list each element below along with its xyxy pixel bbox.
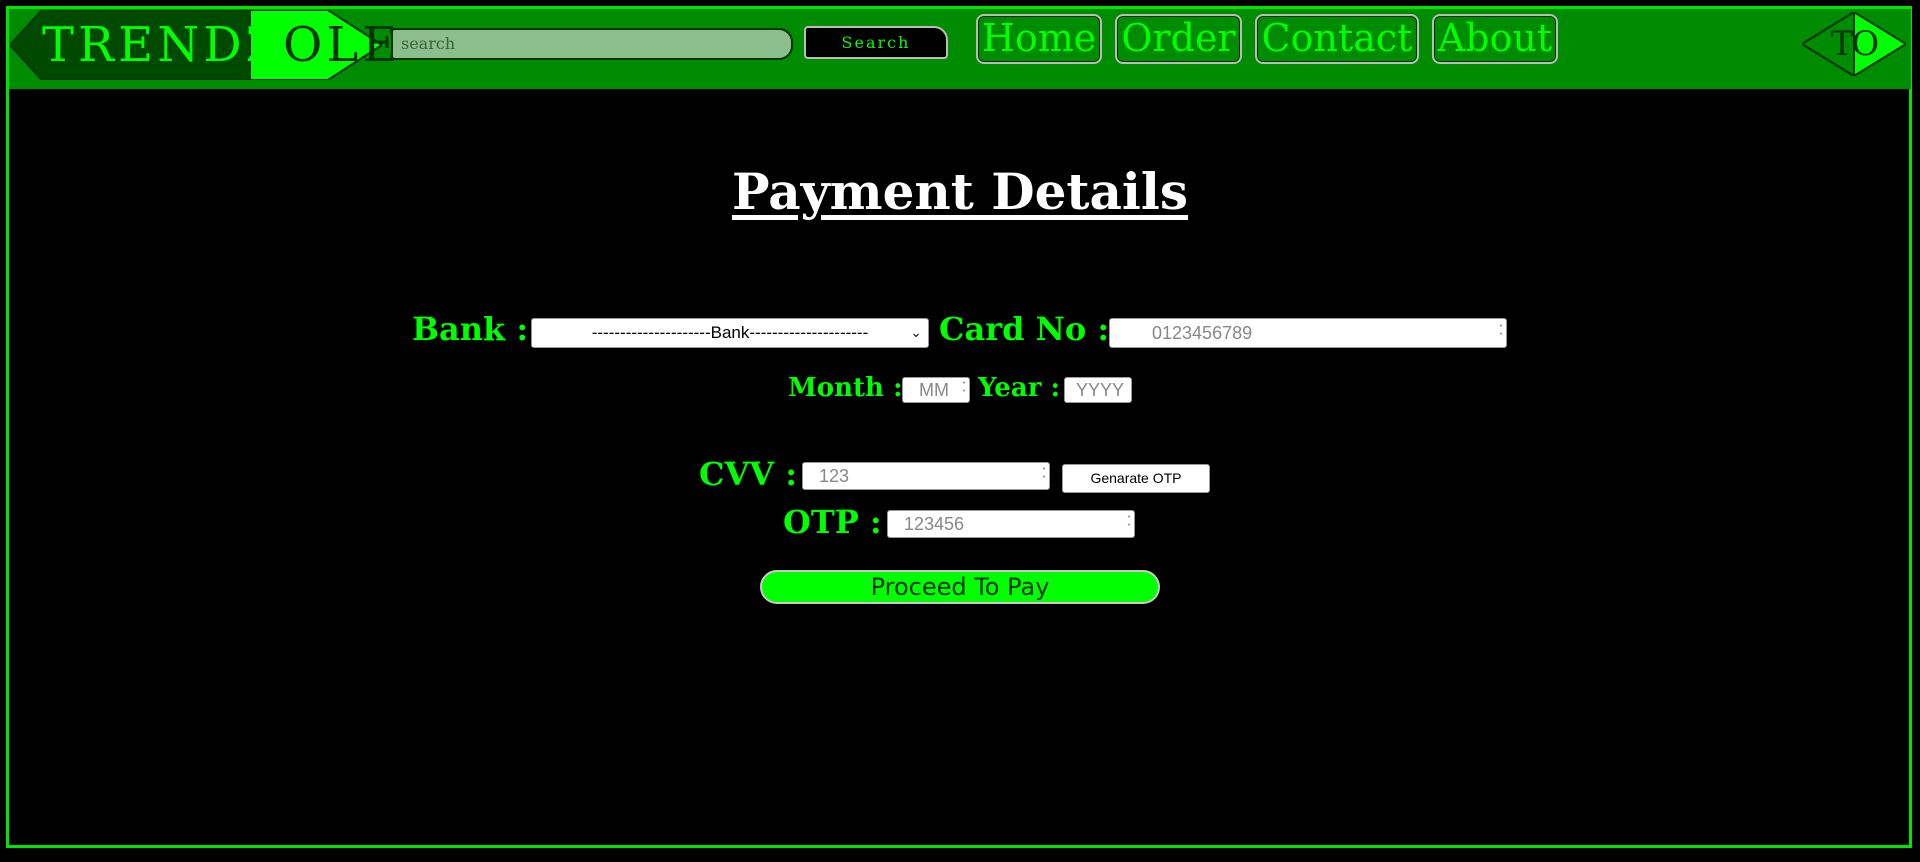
page-title: Payment Details bbox=[731, 162, 1189, 221]
spinner-arrows-icon[interactable]: ˄ ˅ bbox=[1499, 325, 1503, 341]
generate-otp-button[interactable]: Genarate OTP bbox=[1062, 464, 1210, 493]
year-input[interactable]: YYYY bbox=[1064, 377, 1132, 403]
nav-order-button[interactable]: Order bbox=[1115, 14, 1242, 64]
page-frame bbox=[6, 6, 1912, 848]
otp-input[interactable]: 123456 ˄ ˅ bbox=[887, 510, 1135, 538]
nav-about-button[interactable]: About bbox=[1432, 14, 1558, 64]
spinner-arrows-icon[interactable]: ˄ ˅ bbox=[962, 382, 966, 398]
year-label: Year : bbox=[978, 373, 1061, 403]
month-input[interactable]: MM ˄ ˅ bbox=[902, 377, 970, 403]
card-number-placeholder: 0123456789 bbox=[1152, 323, 1253, 343]
card-number-input[interactable]: 0123456789 ˄ ˅ bbox=[1109, 318, 1507, 348]
logo-text-part2: OLE bbox=[283, 17, 402, 73]
logo-text: TRENDZOLE bbox=[42, 17, 401, 73]
cvv-placeholder: 123 bbox=[819, 466, 850, 486]
search-button[interactable]: Search bbox=[804, 26, 948, 59]
corner-logo-text: TO bbox=[1830, 24, 1880, 64]
spinner-arrows-icon[interactable]: ˄ ˅ bbox=[1042, 468, 1046, 484]
nav-home-button[interactable]: Home bbox=[976, 14, 1102, 64]
proceed-to-pay-button[interactable]: Proceed To Pay bbox=[760, 570, 1160, 604]
bank-label: Bank : bbox=[412, 310, 529, 348]
search-input[interactable]: search bbox=[391, 28, 793, 60]
otp-label: OTP : bbox=[783, 503, 882, 541]
logo-text-part1: TRENDZ bbox=[42, 17, 284, 73]
month-label: Month : bbox=[788, 373, 903, 403]
chevron-down-icon: ⌄ bbox=[910, 325, 922, 341]
nav-contact-button[interactable]: Contact bbox=[1255, 14, 1419, 64]
bank-select[interactable]: ---------------------Bank---------------… bbox=[531, 318, 929, 348]
otp-placeholder: 123456 bbox=[904, 514, 965, 534]
spinner-arrows-icon[interactable]: ˄ ˅ bbox=[1127, 516, 1131, 532]
corner-logo[interactable]: TO bbox=[1800, 10, 1908, 78]
cvv-input[interactable]: 123 ˄ ˅ bbox=[802, 462, 1050, 490]
cvv-label: CVV : bbox=[699, 455, 798, 493]
year-placeholder: YYYY bbox=[1076, 380, 1125, 400]
month-placeholder: MM bbox=[919, 380, 949, 400]
trendzole-logo[interactable]: TRENDZOLE bbox=[10, 10, 397, 80]
bank-select-value: ---------------------Bank---------------… bbox=[591, 323, 869, 342]
card-no-label: Card No : bbox=[939, 310, 1110, 348]
